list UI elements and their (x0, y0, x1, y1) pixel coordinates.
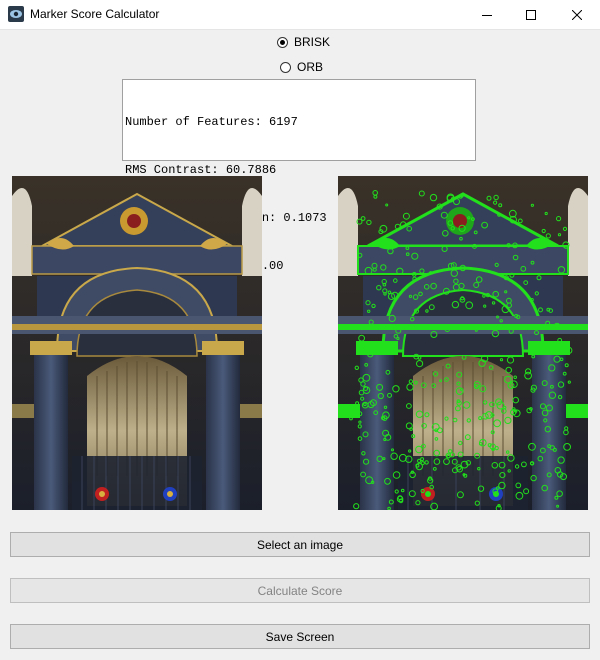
window-title: Marker Score Calculator (30, 7, 160, 21)
radio-brisk-indicator[interactable] (277, 36, 288, 48)
maximize-button[interactable] (508, 0, 554, 29)
radio-orb-indicator[interactable] (280, 61, 291, 73)
results-textbox[interactable]: Number of Features: 6197 RMS Contrast: 6… (122, 79, 476, 273)
app-icon (8, 6, 24, 22)
radio-brisk-label: BRISK (294, 35, 331, 49)
select-image-button[interactable]: Select an image (10, 532, 590, 557)
maximize-icon (526, 9, 536, 20)
calculate-score-button[interactable]: Calculate Score (10, 578, 590, 603)
title-bar: Marker Score Calculator (0, 0, 600, 30)
original-image (12, 176, 262, 510)
close-icon (572, 9, 582, 20)
radio-orb[interactable]: ORB (280, 58, 323, 76)
gate-photo (12, 176, 262, 510)
minimize-button[interactable] (464, 0, 510, 29)
result-feature-count: Number of Features: 6197 (125, 115, 298, 129)
minimize-icon (482, 14, 492, 16)
radio-brisk[interactable]: BRISK (277, 33, 330, 51)
keypoints-image (338, 176, 588, 510)
close-button[interactable] (554, 0, 600, 29)
gate-photo-keypoints (338, 176, 588, 510)
radio-orb-label: ORB (297, 60, 324, 74)
save-screen-button[interactable]: Save Screen (10, 624, 590, 649)
